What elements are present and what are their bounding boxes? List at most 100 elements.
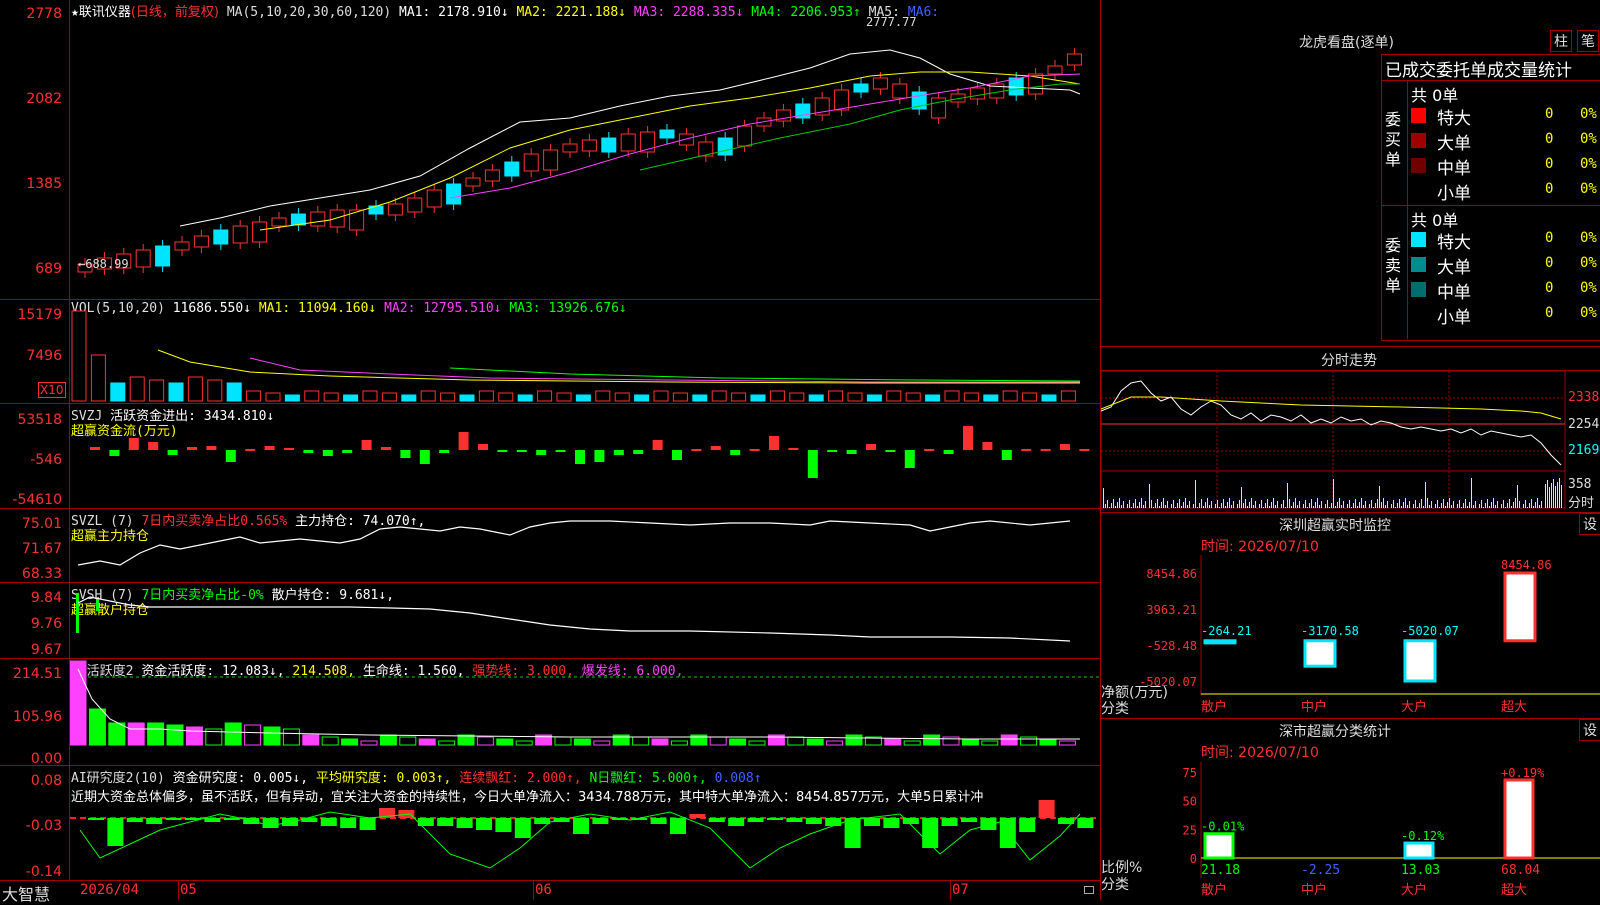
intraday-vol-bar xyxy=(1483,507,1484,508)
intraday-vol-bar xyxy=(1451,505,1452,508)
ai-active-bar xyxy=(321,736,339,746)
intraday-axis-label: 2338 xyxy=(1568,390,1600,405)
date-label: 2026/04 xyxy=(80,882,140,898)
intraday-vol-bar xyxy=(1193,504,1194,508)
ai-active-chart[interactable] xyxy=(70,659,1100,765)
intraday-vol-bar xyxy=(1159,506,1160,508)
ai-active-bar xyxy=(884,738,902,746)
monitor-settings-button[interactable]: 设 xyxy=(1579,513,1600,535)
intraday-vol-bar xyxy=(1461,507,1462,508)
intraday-vol-bar xyxy=(1197,507,1198,508)
classify-settings-button[interactable]: 设 xyxy=(1579,719,1600,741)
volume-bar xyxy=(168,382,184,402)
intraday-vol-bar xyxy=(1225,506,1226,508)
intraday-vol-bar xyxy=(1117,502,1118,508)
ai-research-bar xyxy=(514,818,531,838)
candlestick xyxy=(717,137,733,156)
classify-bar xyxy=(1503,778,1535,860)
ai-research-chart[interactable] xyxy=(70,800,1100,880)
ai-active-bar xyxy=(147,722,165,746)
ai-active-bar xyxy=(787,736,805,746)
intraday-vol-bar xyxy=(1525,500,1526,508)
price-chart[interactable]: 2777.77 ←688.99 xyxy=(70,14,1100,298)
lock-icon[interactable] xyxy=(1084,886,1094,894)
intraday-vol-bar xyxy=(1309,503,1310,508)
divider xyxy=(0,765,1100,766)
ai-active-bar xyxy=(302,734,320,746)
ai-active-bar xyxy=(399,736,417,746)
intraday-vol-bar xyxy=(1515,498,1516,508)
svzj-bar xyxy=(381,447,391,450)
intraday-vol-bar xyxy=(1555,486,1556,508)
volume-bar xyxy=(944,390,960,402)
intraday-vol-bar xyxy=(1325,504,1326,508)
candlestick xyxy=(484,169,500,182)
intraday-vol-bar xyxy=(1557,482,1558,508)
ai-research-bar xyxy=(495,818,512,832)
svsh-chart[interactable] xyxy=(70,583,1100,658)
candlestick xyxy=(407,197,423,213)
ai-research-bar xyxy=(476,818,492,830)
svzj-chart[interactable] xyxy=(70,404,1100,508)
intraday-vol-bar xyxy=(1263,507,1264,508)
volume-bar xyxy=(731,392,747,402)
intraday-vol-bar xyxy=(1533,506,1534,508)
ai-active-bar xyxy=(1000,734,1018,746)
intraday-vol-bar xyxy=(1183,502,1184,508)
volume-chart[interactable] xyxy=(70,300,1100,403)
svzj-bar xyxy=(846,450,857,454)
intraday-vol-bar xyxy=(1551,483,1552,508)
svzl-chart[interactable] xyxy=(70,509,1100,582)
stats-title: 已成交委托单成交量统计 xyxy=(1385,61,1572,81)
monitor-bar xyxy=(1203,639,1237,645)
classify-axis-label: 50 xyxy=(1183,795,1197,809)
intraday-vol-bar xyxy=(1453,501,1454,508)
price-axis-label: 689 xyxy=(35,261,62,277)
ai-research-bar xyxy=(146,818,163,824)
svzj-bar xyxy=(652,440,663,450)
svzj-bar xyxy=(769,436,779,450)
order-type-label: 中单 xyxy=(1437,283,1471,303)
intraday-vol-bar xyxy=(1409,501,1410,508)
intraday-vol-bar xyxy=(1561,485,1562,508)
monitor-axis-label: 8454.86 xyxy=(1146,567,1197,581)
ai-active-bar xyxy=(70,660,87,746)
ai-research-bar xyxy=(107,818,124,846)
monitor-chart[interactable]: 8454.86 3963.21 -528.48 -5020.07 -264.21 散户 -3… xyxy=(1101,555,1600,715)
intraday-vol-bar xyxy=(1519,501,1520,508)
date-label: 05 xyxy=(180,882,197,898)
volume-bar xyxy=(575,394,591,402)
intraday-vol-bar xyxy=(1369,504,1370,508)
intraday-vol-bar xyxy=(1395,507,1396,508)
bi-button[interactable]: 笔 xyxy=(1577,30,1599,52)
intraday-vol-bar xyxy=(1531,499,1532,508)
svzj-bar xyxy=(497,450,508,452)
intraday-chart[interactable] xyxy=(1101,371,1566,509)
svzj-bar xyxy=(400,450,411,458)
volume-bar xyxy=(246,390,262,402)
svzj-bar xyxy=(827,450,838,452)
svzj-bar xyxy=(594,450,605,462)
classify-chart[interactable]: 75 50 25 0 -0.01% 21.18 散户 -2.25 中户 -0.12% 13.03 大户… xyxy=(1101,762,1600,900)
intraday-vol-bar xyxy=(1413,504,1414,508)
intraday-vol-bar xyxy=(1275,505,1276,508)
volume-bar xyxy=(1041,394,1057,402)
svzj-bar xyxy=(90,447,100,450)
volume-bar xyxy=(207,379,223,402)
intraday-vol-bar xyxy=(1259,504,1260,508)
brand-logo[interactable]: 大智慧 xyxy=(2,881,50,905)
zhu-button[interactable]: 柱 xyxy=(1550,30,1572,52)
intraday-vol-bar xyxy=(1349,500,1350,508)
intraday-vol-bar xyxy=(1255,501,1256,508)
svzj-bar xyxy=(225,450,236,462)
svzj-bar xyxy=(478,444,488,450)
intraday-vol-bar xyxy=(1457,504,1458,508)
intraday-vol-bar xyxy=(1487,499,1488,508)
main-chart-area[interactable]: ★联讯仪器(日线，前复权) MA(5,10,20,30,60,120) MA1:… xyxy=(0,0,1101,904)
intraday-vol-bar xyxy=(1417,507,1418,508)
volume-unit[interactable]: X10 xyxy=(38,382,66,398)
candlestick xyxy=(1047,65,1063,75)
ai-active-bar xyxy=(729,738,747,746)
ai-active-bar xyxy=(903,740,921,746)
intraday-vol-bar xyxy=(1469,502,1470,508)
